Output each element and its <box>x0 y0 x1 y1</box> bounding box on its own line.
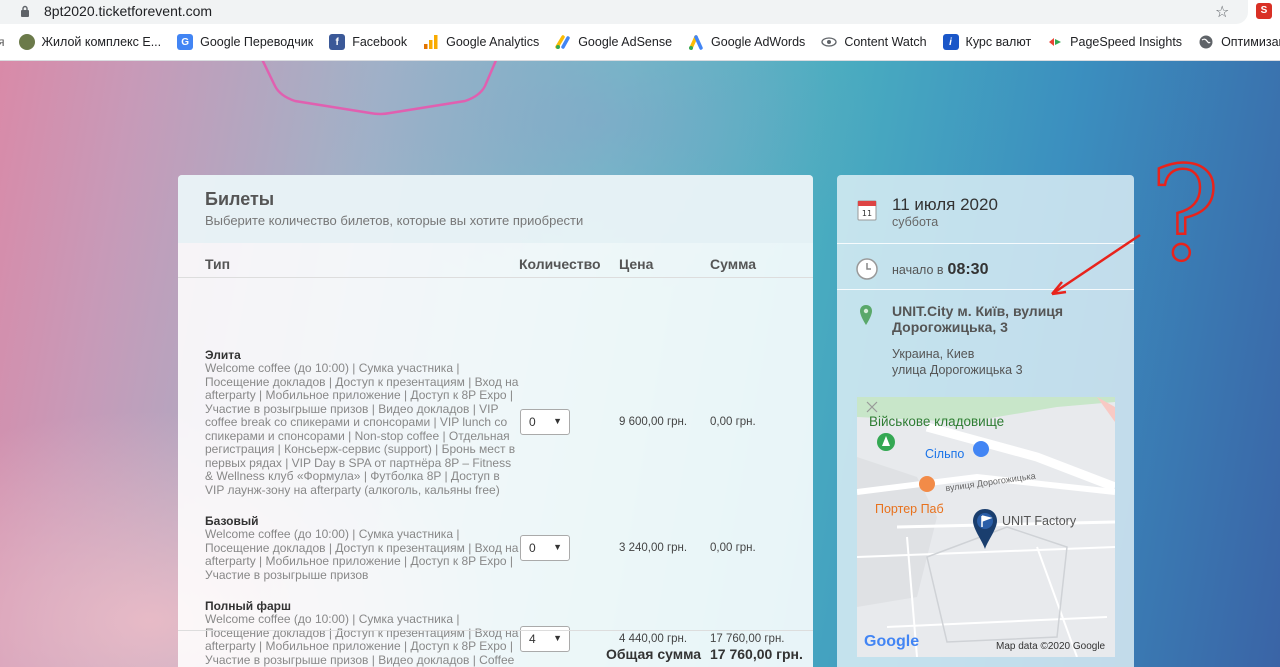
column-header-sum: Сумма <box>710 256 757 272</box>
map-label-silpo: Сільпо <box>925 447 965 461</box>
annotation-question-mark: ? <box>1051 149 1221 296</box>
map-label-cemetery: Військове кладовище <box>869 414 1005 429</box>
facebook-icon: f <box>329 34 346 50</box>
tickets-table-header: Тип Количество Цена Сумма <box>178 243 813 278</box>
column-header-type: Тип <box>205 256 231 272</box>
google-analytics-icon <box>424 35 438 49</box>
bookmark-item[interactable]: Content Watch <box>821 34 927 50</box>
google-adsense-icon <box>555 35 570 49</box>
bookmarks-bar: я Жилой комплекс E... G Google Переводчи… <box>0 24 1280 61</box>
event-time-value: 08:30 <box>947 261 989 278</box>
ticket-name: Элита <box>205 348 241 362</box>
browser-url-bar: 8pt2020.ticketforevent.com ☆ S <box>0 0 1280 24</box>
map-pin-icon <box>860 305 872 325</box>
eye-icon <box>821 37 837 47</box>
bookmark-item[interactable]: PageSpeed Insights <box>1047 34 1182 50</box>
extension-icon[interactable]: S <box>1256 3 1272 19</box>
calendar-icon: 11 <box>857 200 877 221</box>
map-label-pub: Портер Паб <box>875 502 944 516</box>
globe-icon <box>1199 35 1213 49</box>
clock-icon <box>856 258 878 280</box>
total-label: Общая сумма <box>606 646 702 662</box>
ticket-sum: 0,00 грн. <box>710 416 756 428</box>
column-header-price: Цена <box>619 256 654 272</box>
quantity-select[interactable]: 0 ▼ <box>520 409 570 435</box>
hexagon-decoration <box>261 61 498 116</box>
ticket-description: Welcome coffee (до 10:00) | Сумка участн… <box>205 361 519 497</box>
google-adwords-icon <box>689 35 703 50</box>
event-weekday: суббота <box>892 215 939 229</box>
ticket-price: 9 600,00 грн. <box>619 416 688 428</box>
bookmark-item[interactable]: Жилой комплекс E... <box>18 34 161 50</box>
map-canvas <box>857 397 1115 657</box>
venue-street: улица Дорогожицька 3 <box>892 363 1023 377</box>
svg-text:?: ? <box>1150 149 1220 290</box>
ticket-description: Welcome coffee (до 10:00) | Сумка участн… <box>205 527 519 582</box>
page-background: Билеты Выберите количество билетов, кото… <box>0 61 1280 667</box>
ticket-price: 3 240,00 грн. <box>619 542 688 554</box>
residence-icon <box>18 34 35 50</box>
bookmark-item[interactable]: f Facebook <box>329 34 407 50</box>
map-label-factory: UNIT Factory <box>1002 514 1077 528</box>
ticket-name: Базовый <box>205 514 259 528</box>
lock-icon <box>21 5 29 17</box>
tickets-title: Билеты <box>205 189 275 209</box>
bookmark-item[interactable]: G Google Переводчик <box>177 34 313 50</box>
venue-map[interactable]: Військове кладовище Сільпо вулиця Дорого… <box>857 397 1115 657</box>
venue-country-city: Украина, Киев <box>892 347 975 361</box>
bookmark-item[interactable]: я <box>0 35 5 49</box>
google-logo[interactable]: Google <box>864 633 919 651</box>
pagespeed-icon <box>1049 38 1062 46</box>
tickets-subtitle: Выберите количество билетов, которые вы … <box>205 213 584 228</box>
tickets-header: Билеты Выберите количество билетов, кото… <box>178 175 813 243</box>
caret-down-icon: ▼ <box>553 416 562 426</box>
quantity-select[interactable]: 0 ▼ <box>520 535 570 561</box>
map-attribution[interactable]: Map data ©2020 Google <box>996 641 1105 652</box>
event-date: 11 июля 2020 <box>892 195 998 214</box>
google-translate-icon: G <box>177 34 194 50</box>
bookmark-item[interactable]: i Курс валют <box>942 34 1031 50</box>
bookmark-item[interactable]: Google AdWords <box>688 34 805 50</box>
event-time: начало в 08:30 <box>892 261 989 278</box>
total-row: Общая сумма 17 760,00 грн. <box>178 630 813 667</box>
url-text[interactable]: 8pt2020.ticketforevent.com <box>44 3 212 19</box>
ticket-name: Полный фарш <box>205 599 291 613</box>
column-header-quantity: Количество <box>519 256 601 272</box>
tickets-card: Билеты Выберите количество билетов, кото… <box>178 175 813 667</box>
bookmark-item[interactable]: Google Analytics <box>423 34 539 50</box>
bookmark-item[interactable]: Google AdSense <box>555 34 672 50</box>
bookmark-star-icon[interactable]: ☆ <box>1215 2 1229 22</box>
ticket-sum: 0,00 грн. <box>710 542 756 554</box>
bookmark-item[interactable]: Оптимизаци д <box>1198 34 1280 50</box>
total-value: 17 760,00 грн. <box>710 646 803 662</box>
info-icon: i <box>942 34 959 50</box>
svg-text:11: 11 <box>862 209 872 218</box>
caret-down-icon: ▼ <box>553 542 562 552</box>
